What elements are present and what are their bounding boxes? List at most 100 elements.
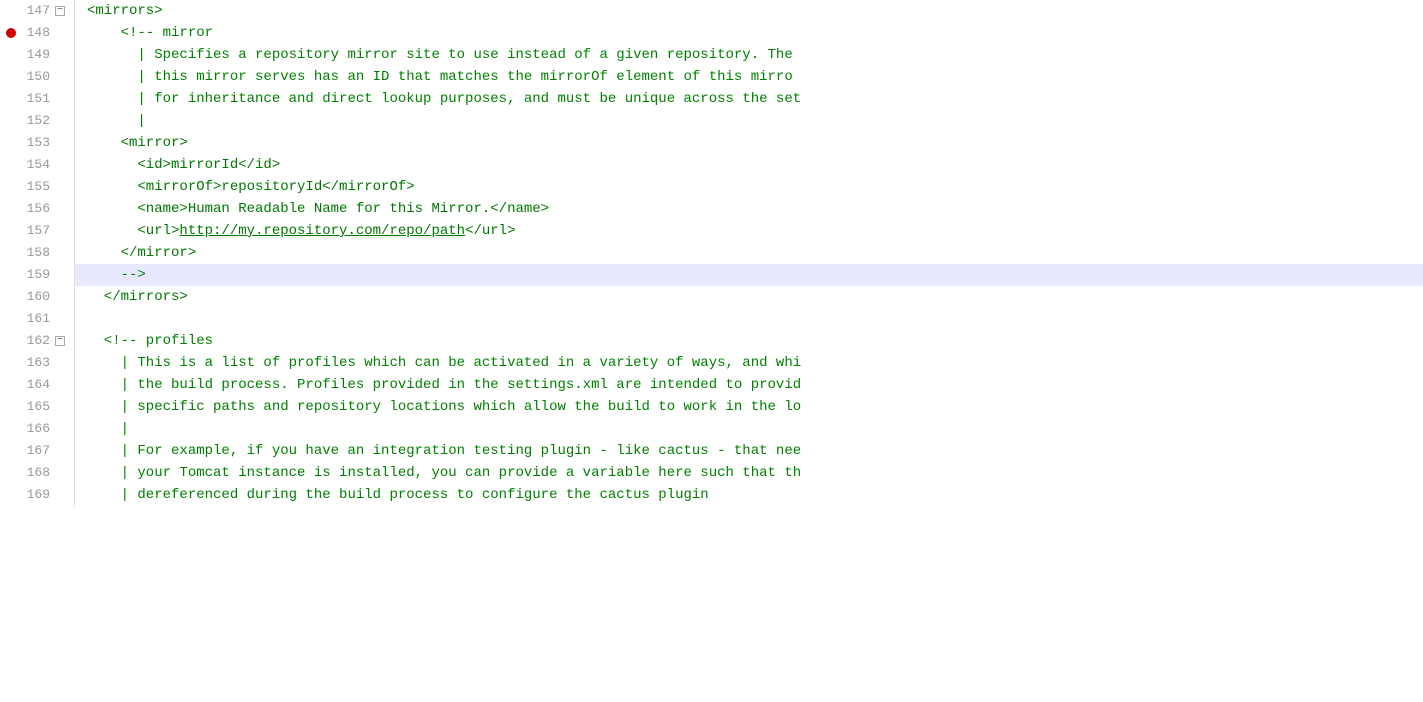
line-gutter: 167 [0, 440, 75, 462]
line-gutter: 162− [0, 330, 75, 352]
line-gutter: 166 [0, 418, 75, 440]
fold-icon [54, 71, 66, 83]
line-number: 152 [18, 110, 50, 132]
code-line: 168 | your Tomcat instance is installed,… [0, 462, 1423, 484]
line-number: 163 [18, 352, 50, 374]
code-content: </mirrors> [75, 286, 1423, 308]
line-number: 167 [18, 440, 50, 462]
code-line: 161 [0, 308, 1423, 330]
line-number: 165 [18, 396, 50, 418]
breakpoint-dot[interactable] [6, 28, 16, 38]
line-number: 157 [18, 220, 50, 242]
code-content: | for inheritance and direct lookup purp… [75, 88, 1423, 110]
code-content: <mirror> [75, 132, 1423, 154]
code-content: | Specifies a repository mirror site to … [75, 44, 1423, 66]
line-number: 160 [18, 286, 50, 308]
line-number: 147 [18, 0, 50, 22]
fold-icon [54, 313, 66, 325]
line-gutter: 158 [0, 242, 75, 264]
code-line: 159 --> [0, 264, 1423, 286]
fold-box[interactable]: − [55, 6, 65, 16]
line-gutter: 164 [0, 374, 75, 396]
code-content: <mirrors> [75, 0, 1423, 22]
fold-icon [54, 49, 66, 61]
fold-icon[interactable]: − [54, 5, 66, 17]
code-line: 160 </mirrors> [0, 286, 1423, 308]
code-content: | For example, if you have an integratio… [75, 440, 1423, 462]
line-number: 148 [18, 22, 50, 44]
line-number: 164 [18, 374, 50, 396]
line-gutter: 147− [0, 0, 75, 22]
line-gutter: 161 [0, 308, 75, 330]
code-lines: 147−<mirrors>148 <!-- mirror149 | Specif… [0, 0, 1423, 506]
code-content: | [75, 418, 1423, 440]
code-content: | your Tomcat instance is installed, you… [75, 462, 1423, 484]
fold-icon [54, 137, 66, 149]
code-line: 157 <url>http://my.repository.com/repo/p… [0, 220, 1423, 242]
line-number: 158 [18, 242, 50, 264]
line-gutter: 153 [0, 132, 75, 154]
fold-icon [54, 291, 66, 303]
line-gutter: 169 [0, 484, 75, 506]
code-line: 166 | [0, 418, 1423, 440]
code-line: 150 | this mirror serves has an ID that … [0, 66, 1423, 88]
code-content: | dereferenced during the build process … [75, 484, 1423, 506]
fold-icon[interactable]: − [54, 335, 66, 347]
fold-icon [54, 27, 66, 39]
line-gutter: 165 [0, 396, 75, 418]
line-number: 162 [18, 330, 50, 352]
line-number: 169 [18, 484, 50, 506]
code-content: | this mirror serves has an ID that matc… [75, 66, 1423, 88]
code-line: 155 <mirrorOf>repositoryId</mirrorOf> [0, 176, 1423, 198]
code-line: 156 <name>Human Readable Name for this M… [0, 198, 1423, 220]
breakpoint-area [4, 28, 18, 38]
code-content: </mirror> [75, 242, 1423, 264]
fold-icon [54, 247, 66, 259]
fold-icon [54, 423, 66, 435]
fold-icon [54, 467, 66, 479]
code-content: <id>mirrorId</id> [75, 154, 1423, 176]
line-number: 149 [18, 44, 50, 66]
fold-icon [54, 115, 66, 127]
fold-box[interactable]: − [55, 336, 65, 346]
line-number: 154 [18, 154, 50, 176]
fold-icon [54, 379, 66, 391]
line-number: 151 [18, 88, 50, 110]
line-number: 166 [18, 418, 50, 440]
line-number: 150 [18, 66, 50, 88]
line-gutter: 149 [0, 44, 75, 66]
line-gutter: 168 [0, 462, 75, 484]
fold-icon [54, 203, 66, 215]
code-content: | specific paths and repository location… [75, 396, 1423, 418]
code-content: <mirrorOf>repositoryId</mirrorOf> [75, 176, 1423, 198]
line-gutter: 155 [0, 176, 75, 198]
code-line: 148 <!-- mirror [0, 22, 1423, 44]
line-gutter: 160 [0, 286, 75, 308]
fold-icon [54, 489, 66, 501]
code-line: 158 </mirror> [0, 242, 1423, 264]
line-number: 155 [18, 176, 50, 198]
line-gutter: 152 [0, 110, 75, 132]
code-line: 152 | [0, 110, 1423, 132]
fold-icon [54, 181, 66, 193]
line-gutter: 163 [0, 352, 75, 374]
line-gutter: 151 [0, 88, 75, 110]
code-content: | [75, 110, 1423, 132]
code-line: 147−<mirrors> [0, 0, 1423, 22]
code-line: 165 | specific paths and repository loca… [0, 396, 1423, 418]
fold-icon [54, 93, 66, 105]
code-content: --> [75, 264, 1423, 286]
fold-icon [54, 225, 66, 237]
code-line: 164 | the build process. Profiles provid… [0, 374, 1423, 396]
code-content: <name>Human Readable Name for this Mirro… [75, 198, 1423, 220]
code-line: 153 <mirror> [0, 132, 1423, 154]
line-number: 168 [18, 462, 50, 484]
code-line: 167 | For example, if you have an integr… [0, 440, 1423, 462]
code-line: 162− <!-- profiles [0, 330, 1423, 352]
code-line: 151 | for inheritance and direct lookup … [0, 88, 1423, 110]
line-number: 159 [18, 264, 50, 286]
code-editor: 147−<mirrors>148 <!-- mirror149 | Specif… [0, 0, 1423, 702]
fold-icon [54, 445, 66, 457]
line-gutter: 154 [0, 154, 75, 176]
code-content [75, 308, 1423, 330]
